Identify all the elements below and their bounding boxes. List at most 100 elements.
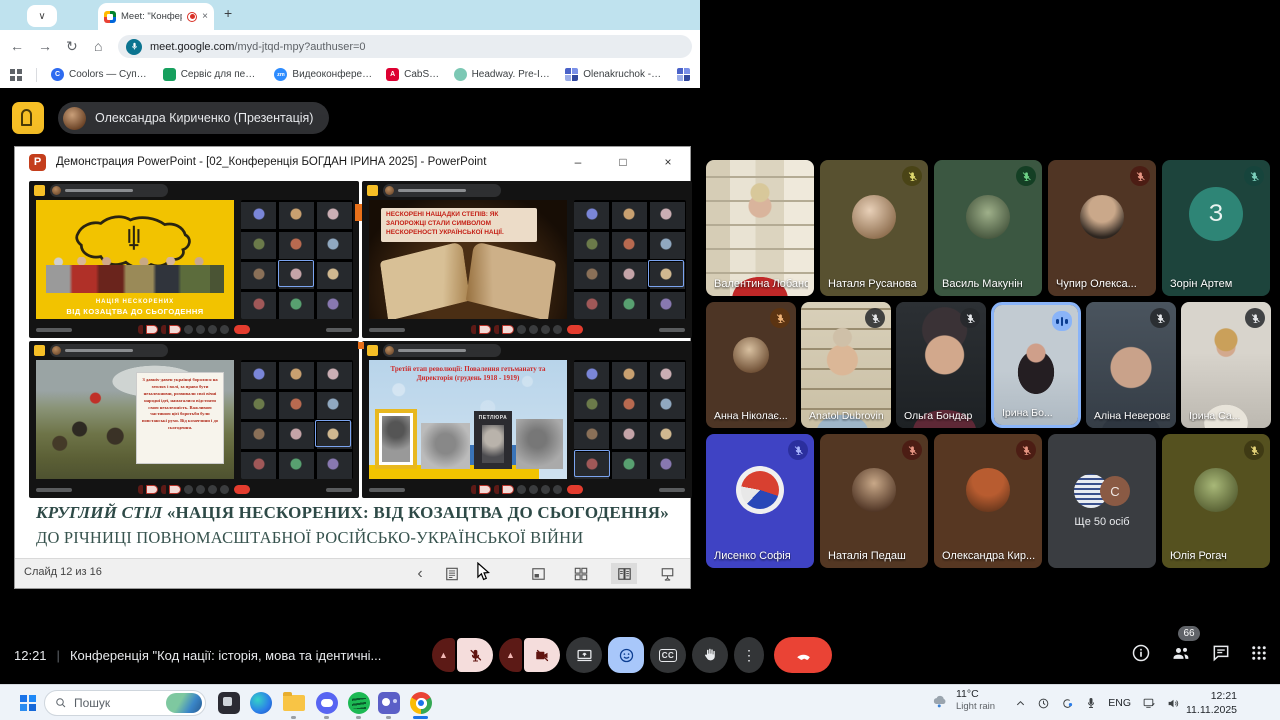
- system-tray: ENG: [1015, 685, 1180, 720]
- maximize-button[interactable]: □: [601, 147, 645, 177]
- slide-screenshot-4: Третій етап революції: Повалення гетьман…: [362, 341, 692, 498]
- url-bar[interactable]: meet.google.com/myd-jtqd-mpy?authuser=0: [118, 35, 692, 58]
- bookmark-service[interactable]: Сервіс для перевір...: [163, 68, 261, 81]
- tray-app-icon[interactable]: [1061, 697, 1074, 710]
- weather-desc: Light rain: [956, 701, 995, 713]
- participant-name: Ірина Бо...: [1002, 407, 1053, 419]
- participant-tile[interactable]: Аліна Неверова: [1086, 302, 1176, 428]
- info-button[interactable]: [1131, 643, 1151, 668]
- participant-name: Лисенко Софія: [714, 550, 791, 562]
- slide-sorter-button[interactable]: [568, 563, 594, 584]
- mini-app-icon: [34, 345, 45, 356]
- notes-button[interactable]: [439, 563, 465, 584]
- present-button[interactable]: [566, 637, 602, 673]
- participant-tile-active-speaker[interactable]: Ірина Бо...: [991, 302, 1081, 428]
- participant-tile[interactable]: Валентина Лобано...: [706, 160, 814, 296]
- book-cover: ПЕТЛЮРА: [474, 411, 512, 469]
- teams-favicon[interactable]: [677, 68, 690, 81]
- start-button[interactable]: [20, 695, 36, 711]
- bookmark-headway[interactable]: Headway. Pre-Inter...: [454, 68, 552, 81]
- mic-muted-icon: [1016, 440, 1036, 460]
- slideshow-button[interactable]: [654, 563, 680, 584]
- tab-search-button[interactable]: ∨: [27, 5, 57, 27]
- reading-view-button[interactable]: [611, 563, 637, 584]
- active-app-indicator: [413, 716, 428, 719]
- mic-permission-icon[interactable]: [126, 39, 142, 55]
- discord-icon[interactable]: [316, 692, 338, 714]
- tab-close-button[interactable]: ×: [202, 11, 208, 22]
- participant-tile[interactable]: Олександра Кир...: [934, 434, 1042, 568]
- chat-button[interactable]: [1211, 643, 1231, 668]
- tray-chevron-icon[interactable]: [1015, 698, 1026, 709]
- bookmark-label: Coolors — Суперб...: [69, 69, 149, 80]
- browser-tab[interactable]: Meet: "Конференція "Код ×: [98, 3, 214, 30]
- participant-tile[interactable]: Anatol Dubrovin: [801, 302, 891, 428]
- camera-button[interactable]: ▲: [499, 638, 560, 672]
- edge-icon[interactable]: [250, 692, 272, 714]
- search-placeholder: Пошук: [74, 696, 159, 710]
- camera-options-chevron[interactable]: ▲: [499, 638, 522, 672]
- close-button[interactable]: ×: [646, 147, 690, 177]
- meeting-title: Конференція "Код нації: історія, мова та…: [70, 648, 381, 663]
- home-button[interactable]: ⌂: [94, 37, 102, 55]
- mic-button[interactable]: ▲: [432, 638, 493, 672]
- participant-tile[interactable]: Наталія Педаш: [820, 434, 928, 568]
- tray-mic-icon[interactable]: [1085, 697, 1097, 709]
- taskbar-search[interactable]: Пошук: [44, 690, 206, 716]
- new-tab-button[interactable]: +: [224, 5, 232, 21]
- forward-button[interactable]: →: [38, 37, 52, 55]
- tray-volume-icon[interactable]: [1167, 697, 1180, 710]
- slide-counter: Слайд 12 из 16: [24, 566, 102, 578]
- mini-app-icon: [367, 185, 378, 196]
- raise-hand-button[interactable]: [692, 637, 728, 673]
- participant-name: Юлія Рогач: [1170, 550, 1227, 562]
- task-view-button[interactable]: [218, 692, 240, 714]
- taskbar-clock[interactable]: 12:21 11.11.2025: [1186, 689, 1237, 717]
- mic-off-icon[interactable]: [457, 638, 493, 672]
- participant-tile[interactable]: Чупир Олекса...: [1048, 160, 1156, 296]
- previous-slide-button[interactable]: ‹: [407, 563, 433, 584]
- participant-name: Зорін Артем: [1170, 278, 1232, 290]
- teams-icon[interactable]: [378, 692, 400, 714]
- camera-off-icon[interactable]: [524, 638, 560, 672]
- file-explorer-icon[interactable]: [283, 695, 305, 711]
- activities-button[interactable]: [1250, 644, 1268, 667]
- bookmark-coolors[interactable]: C Coolors — Суперб...: [51, 68, 149, 81]
- weather-widget[interactable]: 11°C Light rain: [930, 688, 995, 713]
- apps-grid-icon[interactable]: [10, 69, 22, 81]
- participant-tile[interactable]: Наталя Русанова: [820, 160, 928, 296]
- mic-muted-icon: [788, 440, 808, 460]
- bookmark-zoom[interactable]: zm Видеоконференц...: [274, 68, 372, 81]
- minimize-button[interactable]: –: [556, 147, 600, 177]
- participant-tile[interactable]: Ірина Са...: [1181, 302, 1271, 428]
- mic-muted-icon: [770, 308, 790, 328]
- end-call-button[interactable]: [774, 637, 832, 673]
- back-button[interactable]: ←: [10, 37, 24, 55]
- participant-tile[interactable]: Анна Ніколає...: [706, 302, 796, 428]
- chevron-down-icon: ∨: [38, 11, 45, 22]
- mic-options-chevron[interactable]: ▲: [432, 638, 455, 672]
- people-button[interactable]: [1170, 643, 1192, 668]
- chrome-icon[interactable]: [410, 692, 432, 714]
- tray-clock-icon[interactable]: [1037, 697, 1050, 710]
- normal-view-button[interactable]: [525, 563, 551, 584]
- tray-display-icon[interactable]: [1142, 697, 1156, 710]
- presentation-app-icon[interactable]: [12, 102, 44, 134]
- captions-button[interactable]: CC: [650, 637, 686, 673]
- mini-slide-revolution: Третій етап революції: Повалення гетьман…: [369, 360, 567, 479]
- cabstud-favicon: A: [386, 68, 399, 81]
- participant-tile[interactable]: Ольга Бондар: [896, 302, 986, 428]
- bookmark-teams[interactable]: Olenakruchok - Tea...: [565, 68, 663, 81]
- spotify-icon[interactable]: [348, 692, 370, 714]
- more-options-button[interactable]: ⋮: [734, 637, 764, 673]
- participant-tile[interactable]: З Зорін Артем: [1162, 160, 1270, 296]
- language-indicator[interactable]: ENG: [1108, 697, 1131, 709]
- reactions-button[interactable]: [608, 637, 644, 673]
- bookmark-cabstud[interactable]: A CabStud: [386, 68, 439, 81]
- participant-tile[interactable]: Юлія Рогач: [1162, 434, 1270, 568]
- participant-tile[interactable]: Лисенко Софія: [706, 434, 814, 568]
- reload-button[interactable]: ↻: [66, 37, 78, 55]
- participant-tile[interactable]: Василь Макунін: [934, 160, 1042, 296]
- more-participants-tile[interactable]: C Ще 50 осіб: [1048, 434, 1156, 568]
- running-indicator: [291, 716, 296, 719]
